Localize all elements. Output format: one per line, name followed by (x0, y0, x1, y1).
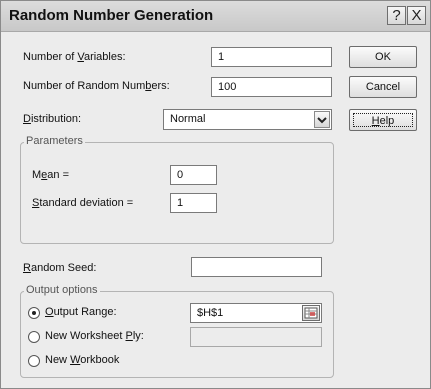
output-range-radio[interactable] (28, 307, 40, 319)
new-worksheet-ply-input[interactable] (190, 327, 322, 347)
label-part: elp (379, 115, 395, 127)
label-part: New (45, 354, 71, 366)
num-random-label: Number of Random Numbers: (23, 80, 170, 92)
mean-input[interactable]: 0 (170, 165, 217, 185)
label-accel: P (125, 330, 133, 342)
radio-selected-dot (32, 311, 36, 315)
new-worksheet-ply-label[interactable]: New Worksheet Ply: (45, 330, 144, 342)
random-seed-input[interactable] (191, 257, 322, 277)
distribution-value: Normal (170, 113, 206, 125)
label-part: istribution: (30, 113, 82, 125)
output-range-value: $H$1 (197, 307, 224, 319)
num-random-input[interactable]: 100 (211, 77, 332, 97)
title-bar[interactable]: Random Number Generation ? X (1, 1, 430, 32)
dialog-title: Random Number Generation (9, 7, 214, 24)
std-input[interactable]: 1 (170, 193, 217, 213)
label-accel: D (23, 113, 31, 125)
parameters-legend: Parameters (24, 135, 85, 147)
help-question-button[interactable]: ? (387, 6, 406, 25)
range-selector-icon[interactable] (302, 305, 320, 321)
close-button[interactable]: X (407, 6, 426, 25)
num-variables-label: Number of Variables: (23, 51, 126, 63)
new-workbook-label[interactable]: New Workbook (45, 354, 119, 366)
random-seed-label: Random Seed: (23, 262, 96, 274)
random-number-generation-dialog: Random Number Generation ? X Number of V… (0, 0, 431, 389)
label-part: andom Seed: (30, 262, 97, 274)
label-accel: O (45, 306, 54, 318)
help-button[interactable]: Help (349, 109, 417, 131)
label-part: tandard deviation = (39, 197, 134, 209)
num-variables-input[interactable]: 1 (211, 47, 332, 67)
new-worksheet-ply-radio[interactable] (28, 331, 40, 343)
mean-label: Mean = (32, 169, 69, 181)
cancel-button[interactable]: Cancel (349, 76, 417, 98)
label-part: ers: (151, 80, 170, 92)
label-part: ariables: (83, 51, 126, 63)
label-part: Number of (23, 51, 78, 63)
distribution-label: Distribution: (23, 113, 81, 125)
label-part: Number of Random Num (23, 80, 146, 92)
output-options-legend: Output options (24, 284, 100, 296)
label-part: New Worksheet (45, 330, 126, 342)
label-part: orkbook (80, 354, 120, 366)
label-part: M (32, 169, 42, 181)
label-accel: R (23, 262, 31, 274)
new-workbook-radio[interactable] (28, 355, 40, 367)
ok-button[interactable]: OK (349, 46, 417, 68)
label-part: an = (47, 169, 70, 181)
label-accel: W (70, 354, 81, 366)
std-label: Standard deviation = (32, 197, 133, 209)
chevron-down-icon[interactable] (314, 111, 330, 128)
distribution-select[interactable]: Normal (163, 109, 332, 130)
label-part: utput Range: (53, 306, 117, 318)
output-range-label[interactable]: Output Range: (45, 306, 117, 318)
help-button-label: Help (353, 113, 413, 127)
label-accel: H (371, 115, 380, 127)
label-part: ly: (132, 330, 144, 342)
